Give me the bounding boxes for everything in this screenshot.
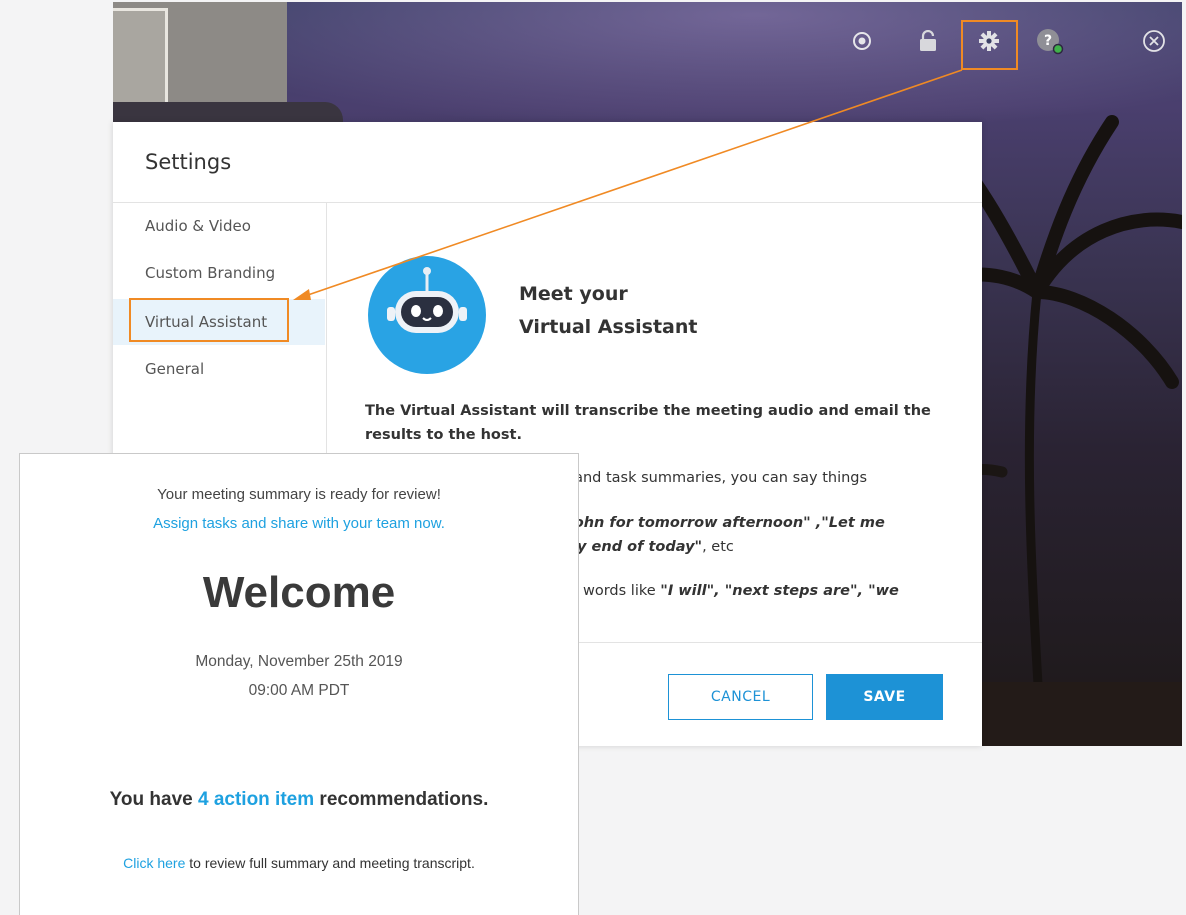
record-icon[interactable] xyxy=(847,26,877,56)
paragraph-4-line1: words like "I will", "next steps are", "… xyxy=(583,583,899,599)
heading-line1: Meet your xyxy=(519,283,628,305)
action-suffix: recommendations. xyxy=(314,789,489,810)
welcome-heading: Welcome xyxy=(202,568,396,617)
action-item-count-link[interactable]: 4 action item xyxy=(198,789,314,810)
meeting-time: 09:00 AM PDT xyxy=(248,682,350,699)
keywords-quote: "I will", "next steps are", "we xyxy=(660,583,899,599)
keywords-prefix: words like xyxy=(583,583,661,599)
sidebar-item-label: Audio & Video xyxy=(145,217,251,235)
description-line2: results to the host. xyxy=(365,427,522,443)
close-icon[interactable] xyxy=(1139,26,1169,56)
gear-highlight-box xyxy=(961,20,1018,70)
virtual-assistant-highlight-box xyxy=(129,298,289,342)
paragraph-2-line1: es and task summaries, you can say thing… xyxy=(553,470,868,486)
click-here-link[interactable]: Click here xyxy=(123,855,185,871)
sidebar-item-general[interactable]: General xyxy=(113,346,325,392)
heading-line2: Virtual Assistant xyxy=(519,316,698,338)
unlock-icon[interactable] xyxy=(913,26,943,56)
summary-ready-text: Your meeting summary is ready for review… xyxy=(157,486,441,503)
review-summary-text: to review full summary and meeting trans… xyxy=(185,855,475,871)
save-button[interactable]: SAVE xyxy=(826,674,943,720)
paragraph-3-line1: h John for tomorrow afternoon" ,"Let me xyxy=(553,515,885,531)
sidebar-item-label: General xyxy=(145,360,205,378)
assign-tasks-link[interactable]: Assign tasks and share with your team no… xyxy=(20,515,578,532)
action-items-summary: You have 4 action item recommendations. xyxy=(20,789,578,811)
robot-icon xyxy=(368,256,486,374)
wall-picture xyxy=(113,8,168,106)
cancel-button[interactable]: CANCEL xyxy=(668,674,813,720)
action-prefix: You have xyxy=(109,789,198,810)
meeting-date: Monday, November 25th 2019 xyxy=(195,653,403,670)
paragraph-3-line2: s by end of today", etc xyxy=(553,539,734,555)
description-line1: The Virtual Assistant will transcribe th… xyxy=(365,403,931,419)
settings-title: Settings xyxy=(145,150,232,174)
meeting-summary-email: Your meeting summary is ready for review… xyxy=(19,453,579,915)
example-suffix: , etc xyxy=(702,539,734,555)
sidebar-item-custom-branding[interactable]: Custom Branding xyxy=(113,250,325,296)
help-icon[interactable]: ? xyxy=(1035,26,1065,56)
review-summary-line: Click here to review full summary and me… xyxy=(20,855,578,871)
sidebar-item-audio-video[interactable]: Audio & Video xyxy=(113,203,325,249)
svg-text:?: ? xyxy=(1044,33,1052,49)
sidebar-item-label: Custom Branding xyxy=(145,264,276,282)
